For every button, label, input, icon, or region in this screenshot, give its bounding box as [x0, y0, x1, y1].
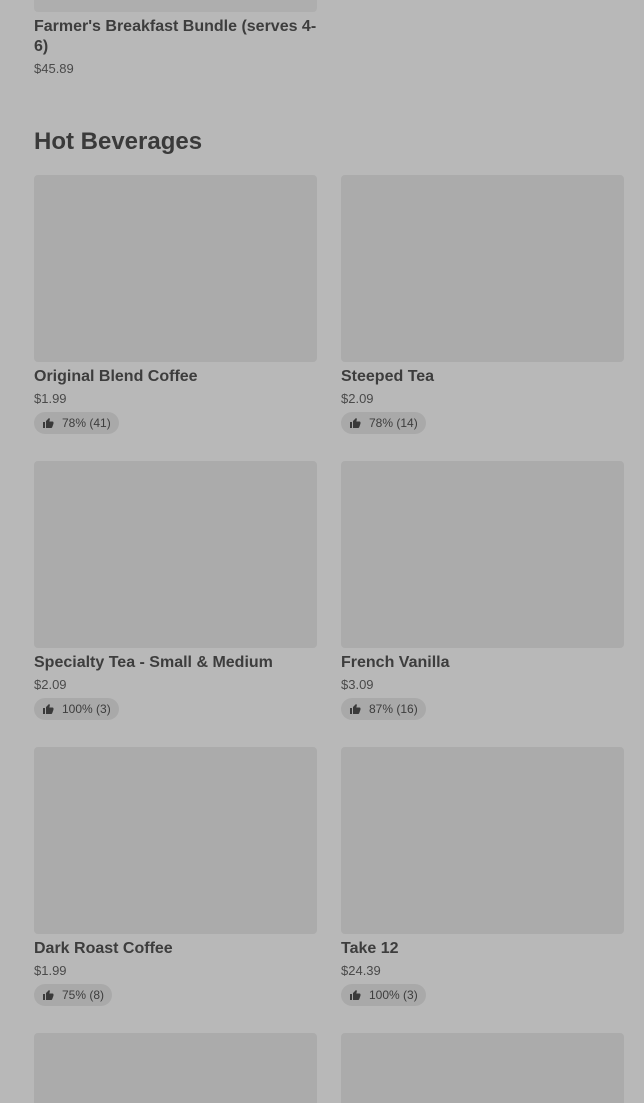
- rating-badge: 78% (41): [34, 412, 119, 434]
- rating-badge: 100% (3): [341, 984, 426, 1006]
- menu-page: Farmer's Breakfast Bundle (serves 4-6) $…: [0, 0, 644, 1103]
- menu-item-card[interactable]: Original Blend Coffee $1.99 78% (41): [34, 175, 317, 434]
- item-image[interactable]: [34, 747, 317, 934]
- menu-item-card[interactable]: Dark Roast Coffee $1.99 75% (8): [34, 747, 317, 1006]
- item-price: $2.09: [341, 391, 374, 406]
- item-name: Take 12: [341, 940, 399, 957]
- thumbs-up-icon: [43, 418, 54, 428]
- item-name: Dark Roast Coffee: [34, 940, 173, 957]
- menu-item-card[interactable]: Steeped Tea $2.09 78% (14): [341, 175, 624, 434]
- item-name: Steeped Tea: [341, 368, 435, 385]
- item-image[interactable]: [341, 747, 624, 934]
- item-name: French Vanilla: [341, 654, 450, 671]
- rating-text: 78% (41): [62, 416, 111, 430]
- menu-item-card[interactable]: [34, 1033, 317, 1103]
- item-name: Farmer's Breakfast Bundle (serves 4-6): [34, 18, 317, 55]
- item-price: $1.99: [34, 963, 67, 978]
- rating-text: 75% (8): [62, 988, 105, 1002]
- rating-badge: 87% (16): [341, 698, 426, 720]
- menu-item-card[interactable]: Farmer's Breakfast Bundle (serves 4-6) $…: [34, 0, 317, 77]
- item-image[interactable]: [34, 0, 317, 12]
- thumbs-up-icon: [350, 418, 361, 428]
- thumbs-up-icon: [43, 704, 54, 714]
- item-image[interactable]: [341, 175, 624, 362]
- item-price: $45.89: [34, 61, 74, 76]
- menu-item-card[interactable]: Specialty Tea - Small & Medium $2.09 100…: [34, 461, 317, 720]
- thumbs-up-icon: [350, 704, 361, 714]
- item-price: $24.39: [341, 963, 381, 978]
- item-price: $2.09: [34, 677, 67, 692]
- menu-item-card[interactable]: French Vanilla $3.09 87% (16): [341, 461, 624, 720]
- item-name: Original Blend Coffee: [34, 368, 198, 385]
- item-image[interactable]: [34, 461, 317, 648]
- section-title: Hot Beverages: [34, 128, 203, 155]
- rating-text: 100% (3): [369, 988, 418, 1002]
- item-image[interactable]: [341, 1033, 624, 1103]
- menu-item-card[interactable]: [341, 1033, 624, 1103]
- rating-badge: 78% (14): [341, 412, 426, 434]
- item-price: $1.99: [34, 391, 67, 406]
- item-image[interactable]: [341, 461, 624, 648]
- menu-item-card[interactable]: Take 12 $24.39 100% (3): [341, 747, 624, 1006]
- item-image[interactable]: [34, 175, 317, 362]
- rating-badge: 100% (3): [34, 698, 119, 720]
- rating-badge: 75% (8): [34, 984, 113, 1006]
- thumbs-up-icon: [350, 990, 361, 1000]
- item-image[interactable]: [34, 1033, 317, 1103]
- thumbs-up-icon: [43, 990, 54, 1000]
- item-name: Specialty Tea - Small & Medium: [34, 654, 273, 671]
- rating-text: 78% (14): [369, 416, 418, 430]
- item-price: $3.09: [341, 677, 374, 692]
- rating-text: 87% (16): [369, 702, 418, 716]
- rating-text: 100% (3): [62, 702, 111, 716]
